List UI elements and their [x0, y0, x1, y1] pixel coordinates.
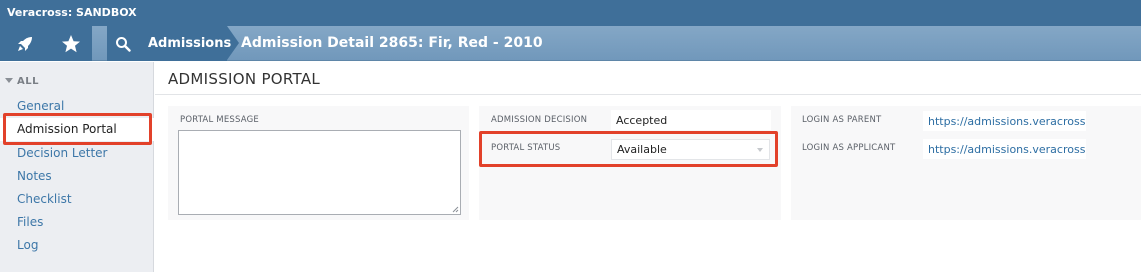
highlight-portal-status [479, 131, 778, 167]
star-icon [62, 34, 80, 52]
triangle-down-icon [5, 78, 13, 83]
sidebar-item-general[interactable]: General [17, 99, 64, 113]
highlight-admission-portal [3, 113, 152, 145]
portal-message-textarea[interactable] [178, 130, 461, 215]
nav-bar: Admissions Admission Detail 2865: Fir, R… [0, 26, 1141, 61]
admission-decision-value: Accepted [611, 110, 771, 130]
portal-message-label: PORTAL MESSAGE [180, 115, 259, 125]
record-title: Admission Detail 2865: Fir, Red - 2010 [241, 35, 543, 51]
login-parent-label: LOGIN AS PARENT [802, 115, 882, 125]
resize-grip-icon[interactable] [451, 205, 459, 213]
sidebar-item-log[interactable]: Log [17, 238, 38, 252]
admission-decision-label: ADMISSION DECISION [491, 115, 588, 125]
page-title: ADMISSION PORTAL [168, 70, 321, 88]
breadcrumb-admissions[interactable]: Admissions [148, 26, 231, 61]
sidebar-group-all[interactable]: ALL [5, 76, 39, 87]
sidebar: ALL General Admission Portal Decision Le… [0, 62, 154, 272]
sidebar-item-files[interactable]: Files [17, 215, 43, 229]
search-button[interactable] [107, 26, 139, 61]
login-applicant-link[interactable]: https://admissions.veracross.com [923, 139, 1086, 159]
sidebar-item-decision-letter[interactable]: Decision Letter [17, 146, 108, 160]
login-applicant-label: LOGIN AS APPLICANT [802, 143, 896, 153]
sidebar-item-notes[interactable]: Notes [17, 169, 52, 183]
sidebar-item-checklist[interactable]: Checklist [17, 192, 72, 206]
login-parent-link[interactable]: https://admissions.veracross.com [923, 111, 1086, 131]
rocket-icon [18, 36, 32, 51]
favorites-button[interactable] [50, 26, 92, 61]
title-divider [155, 94, 1141, 95]
window-title: Veracross: SANDBOX [0, 0, 1141, 26]
search-icon [116, 36, 131, 52]
launch-button[interactable] [0, 26, 50, 61]
